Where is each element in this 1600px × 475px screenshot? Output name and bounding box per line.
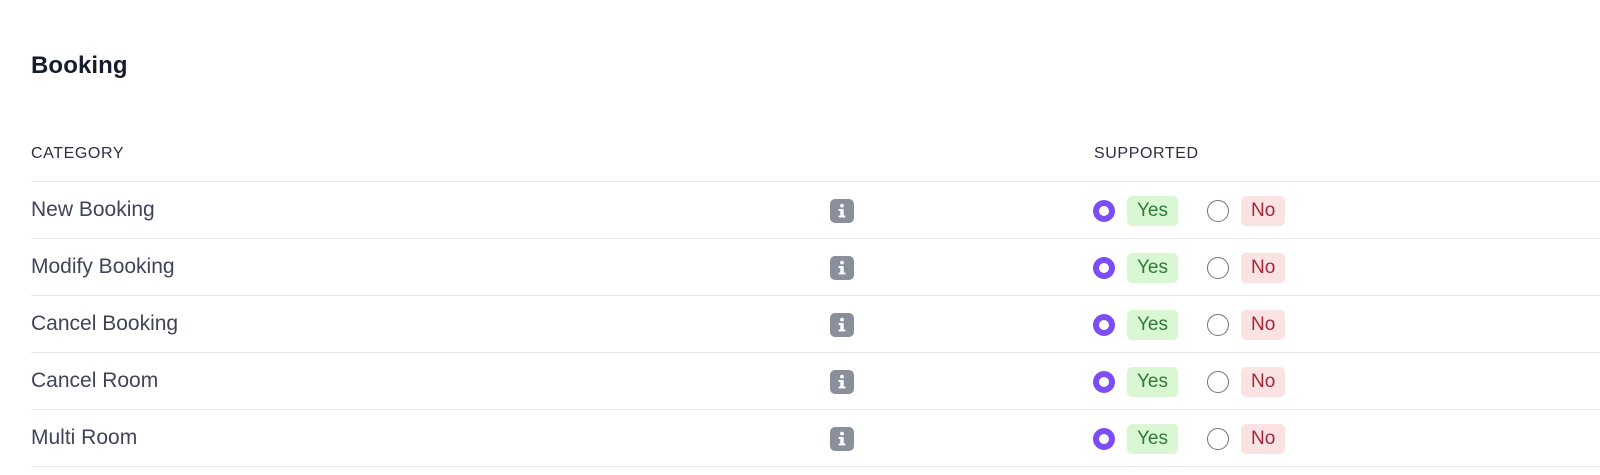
row-label: Cancel Room [31, 369, 159, 392]
supported-yes-option[interactable]: Yes [1093, 310, 1178, 340]
yes-radio[interactable] [1093, 257, 1115, 279]
row-label: New Booking [31, 198, 155, 221]
yes-radio[interactable] [1093, 200, 1115, 222]
supported-yes-option[interactable]: Yes [1093, 424, 1178, 454]
row-label: Cancel Booking [31, 312, 179, 335]
no-radio[interactable] [1207, 428, 1229, 450]
no-badge: No [1241, 424, 1286, 454]
yes-badge: Yes [1127, 253, 1178, 283]
info-icon[interactable] [830, 199, 854, 223]
supported-no-option[interactable]: No [1207, 196, 1286, 226]
table-row: Cancel Booking Yes No [31, 296, 1600, 353]
supported-yes-option[interactable]: Yes [1093, 196, 1178, 226]
row-label: Modify Booking [31, 255, 175, 278]
section-title: Booking [31, 52, 128, 79]
yes-badge: Yes [1127, 424, 1178, 454]
info-icon[interactable] [830, 313, 854, 337]
yes-badge: Yes [1127, 310, 1178, 340]
info-icon[interactable] [830, 370, 854, 394]
yes-radio[interactable] [1093, 428, 1115, 450]
yes-radio[interactable] [1093, 314, 1115, 336]
row-label: Multi Room [31, 426, 138, 449]
table-header-row: CATEGORY SUPPORTED [31, 125, 1600, 182]
supported-yes-option[interactable]: Yes [1093, 253, 1178, 283]
table-row: Multi Room Yes No [31, 410, 1600, 467]
table-row: Modify Booking Yes No [31, 239, 1600, 296]
no-radio[interactable] [1207, 200, 1229, 222]
supported-yes-option[interactable]: Yes [1093, 367, 1178, 397]
yes-badge: Yes [1127, 196, 1178, 226]
supported-no-option[interactable]: No [1207, 424, 1286, 454]
table-row: Cancel Room Yes No [31, 353, 1600, 410]
no-radio[interactable] [1207, 257, 1229, 279]
supported-no-option[interactable]: No [1207, 310, 1286, 340]
no-badge: No [1241, 367, 1286, 397]
no-badge: No [1241, 196, 1286, 226]
info-icon[interactable] [830, 427, 854, 451]
column-header-category: CATEGORY [31, 145, 125, 162]
yes-badge: Yes [1127, 367, 1178, 397]
info-icon[interactable] [830, 256, 854, 280]
yes-radio[interactable] [1093, 371, 1115, 393]
no-radio[interactable] [1207, 371, 1229, 393]
no-badge: No [1241, 310, 1286, 340]
supported-no-option[interactable]: No [1207, 367, 1286, 397]
booking-table: CATEGORY SUPPORTED New Booking Yes No Mo… [31, 125, 1600, 467]
supported-no-option[interactable]: No [1207, 253, 1286, 283]
column-header-supported: SUPPORTED [1094, 145, 1199, 162]
table-row: New Booking Yes No [31, 182, 1600, 239]
no-badge: No [1241, 253, 1286, 283]
no-radio[interactable] [1207, 314, 1229, 336]
